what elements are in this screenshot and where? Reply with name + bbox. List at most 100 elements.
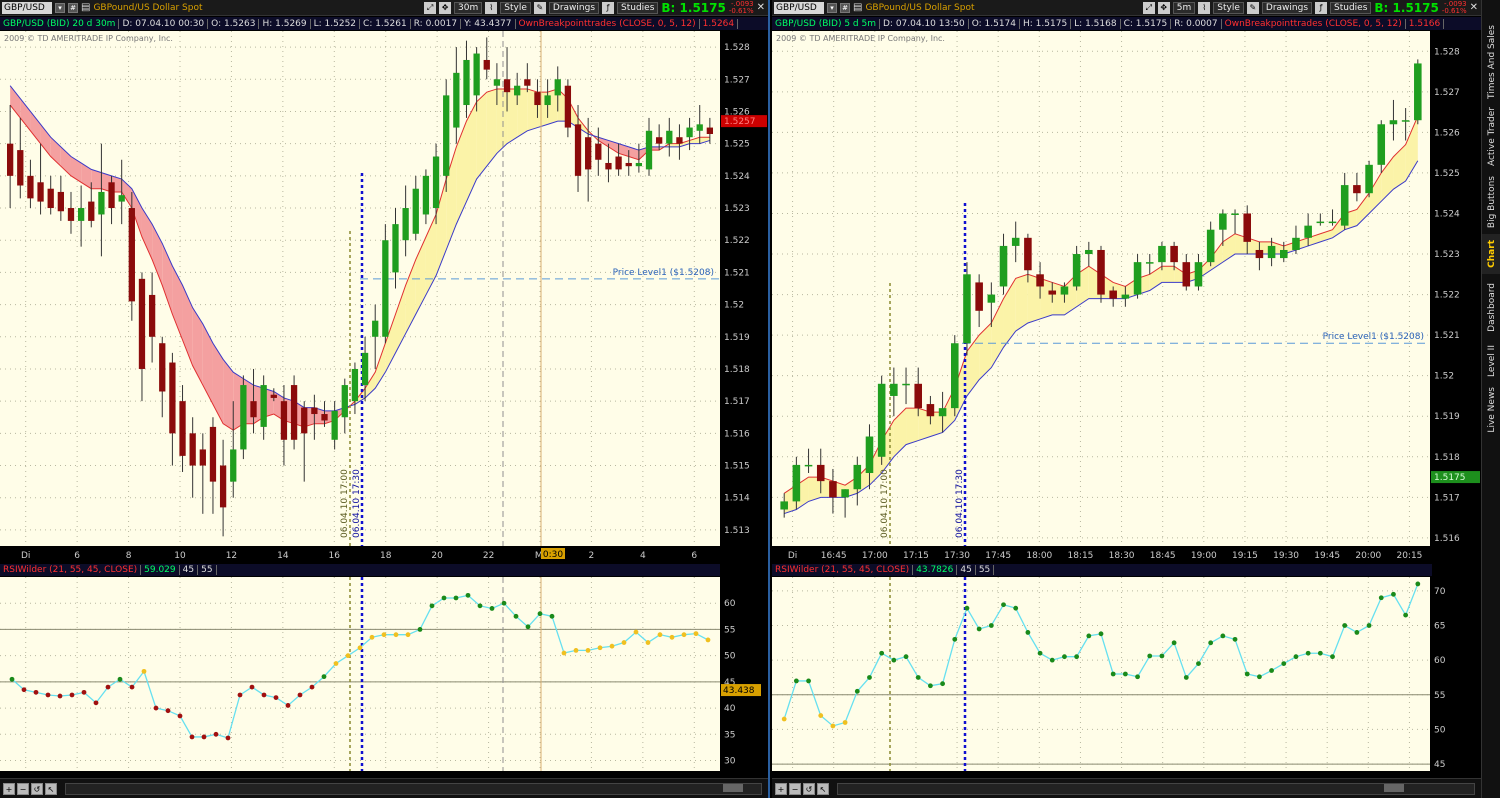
right-reset-icon[interactable]: ↺ (803, 782, 815, 795)
left-candle-body (47, 188, 54, 209)
left-style-button[interactable]: Style (500, 1, 531, 14)
right-time-tick: 18:30 (1109, 551, 1135, 561)
right-timeframe-button[interactable]: 5m (1172, 1, 1196, 14)
right-rsi-dot (1159, 653, 1165, 659)
left-rsi-dot (585, 648, 591, 653)
right-candle-body (999, 245, 1008, 287)
left-candle-body (108, 182, 115, 209)
right-link-icon[interactable]: # (840, 2, 850, 13)
left-studies-button[interactable]: Studies (617, 1, 659, 14)
right-drawings-button[interactable]: Drawings (1261, 1, 1313, 14)
left-studies-icon[interactable]: ƒ (602, 1, 615, 14)
right-zoom-icon[interactable]: ⤢ (1142, 1, 1155, 14)
left-timeframe-button[interactable]: 30m (454, 1, 483, 14)
right-style-button[interactable]: Style (1213, 1, 1244, 14)
tab-active-trader[interactable]: Active Trader (1482, 104, 1500, 170)
left-candle-body (88, 201, 95, 221)
right-rsi-chart[interactable]: 70 65 60 55 50 45 (772, 577, 1481, 773)
left-time-tick: 10 (174, 551, 186, 561)
right-rsi-dot (1025, 630, 1031, 635)
left-scroll-thumb[interactable] (723, 783, 743, 792)
right-drawings-icon[interactable]: ✎ (1246, 1, 1259, 14)
left-price-chart[interactable]: 1.528 1.527 1.52 6 1.525 1.524 1.523 1.522 1.521… (0, 31, 768, 561)
right-zoom-out-icon[interactable]: − (789, 782, 801, 795)
right-band-segment (906, 408, 919, 445)
left-candle-body (169, 362, 176, 434)
left-rsi-dot (9, 676, 15, 682)
left-price-chart-svg[interactable]: 1.528 1.527 1.52 6 1.525 1.524 1.523 1.522 1.521… (0, 31, 768, 561)
right-candle-body (987, 294, 996, 303)
tab-big-buttons[interactable]: Big Buttons (1482, 172, 1500, 232)
left-reset-icon[interactable]: ↺ (31, 782, 43, 795)
tab-dashboard-label: Dashboard (1486, 282, 1497, 332)
left-change-box: -.0093 -0.61% (729, 0, 754, 15)
right-candle-body (841, 489, 849, 498)
left-drawings-button[interactable]: Drawings (548, 1, 600, 14)
left-cursor-icon[interactable]: ↖ (45, 782, 57, 795)
left-chart-panel: GBP/USD ▾ # ▤ GBPound/US Dollar Spot ⤢ ✥… (0, 0, 770, 798)
tab-level-ii-label: Level II (1486, 345, 1497, 377)
left-drawings-icon[interactable]: ✎ (533, 1, 546, 14)
left-candle-body (128, 208, 135, 302)
left-zoom-icon[interactable]: ⤢ (424, 1, 437, 14)
left-rsi-dot (369, 634, 375, 640)
left-zoom-in-icon[interactable]: + (3, 782, 15, 795)
tab-level-ii[interactable]: Level II (1482, 340, 1500, 382)
left-symbol-input[interactable]: GBP/USD (2, 1, 52, 14)
right-rsi-dot (928, 683, 933, 689)
tab-active-trader-label: Active Trader (1486, 107, 1497, 167)
left-copyright: 2009 © TD AMERITRADE IP Company, Inc. (4, 34, 173, 43)
left-info-icon[interactable]: ▤ (81, 2, 90, 13)
right-candle-body (1182, 262, 1191, 287)
right-symbol-input[interactable]: GBP/USD (774, 1, 824, 14)
left-candle-body (67, 208, 75, 221)
left-candle-body (17, 150, 24, 186)
right-rsi-dot (1183, 675, 1189, 680)
left-rsi-dot (33, 689, 39, 695)
right-rsi-dot (1391, 591, 1396, 597)
left-price-tick: 1.516 (724, 429, 750, 439)
right-pan-icon[interactable]: ✥ (1157, 1, 1170, 14)
left-rsi-dot (165, 708, 171, 714)
right-rsi-tick: 55 (1434, 691, 1445, 701)
right-cursor-icon[interactable]: ↖ (817, 782, 829, 795)
left-link-icon[interactable]: # (68, 2, 78, 13)
right-style-icon[interactable]: ⌇ (1198, 1, 1211, 14)
right-price-chart[interactable]: 1.528 1.527 1.526 1.525 1.524 1.523 1.522 1.521… (772, 31, 1481, 561)
tab-times-and-sales[interactable]: Times And Sales (1482, 22, 1500, 102)
right-scroll-thumb[interactable] (1384, 783, 1404, 792)
right-scrollbar[interactable] (837, 782, 1475, 795)
right-symbol-dropdown-icon[interactable]: ▾ (827, 2, 837, 13)
right-candle-body (1097, 249, 1105, 295)
left-scrollbar[interactable] (65, 782, 762, 795)
right-band-segment (1015, 274, 1028, 332)
right-rsi-dot (1122, 671, 1128, 677)
left-candle-body (331, 410, 338, 440)
right-studies-button[interactable]: Studies (1330, 1, 1372, 14)
left-rsi-svg[interactable]: 6055504540353043.438 (0, 577, 768, 773)
left-symbol-dropdown-icon[interactable]: ▾ (55, 2, 65, 13)
left-candle-body (382, 240, 389, 337)
left-zoom-out-icon[interactable]: − (17, 782, 29, 795)
left-close-icon[interactable]: ✕ (757, 2, 765, 13)
right-rsi-svg[interactable]: 70 65 60 55 50 45 (772, 577, 1481, 773)
left-candle-body (706, 127, 714, 134)
right-time-tick: 20:15 (1396, 551, 1422, 561)
right-info-icon[interactable]: ▤ (853, 2, 862, 13)
right-price-chart-svg[interactable]: 1.5281.5271.5261.5251.5241.5231.5221.521… (772, 31, 1481, 561)
right-studies-icon[interactable]: ƒ (1315, 1, 1328, 14)
tab-chart[interactable]: Chart (1482, 234, 1500, 274)
right-close-icon[interactable]: ✕ (1470, 2, 1478, 13)
tab-dashboard[interactable]: Dashboard (1482, 276, 1500, 338)
left-pan-icon[interactable]: ✥ (439, 1, 452, 14)
left-price-tick: 1.521 (724, 268, 750, 278)
right-candle-body (1219, 213, 1227, 230)
right-zoom-in-icon[interactable]: + (775, 782, 787, 795)
left-rsi-dot (153, 705, 159, 711)
tab-live-news[interactable]: Live News (1482, 384, 1500, 436)
right-candle-body (1206, 229, 1215, 263)
right-time-tick: 18:00 (1026, 551, 1052, 561)
left-style-icon[interactable]: ⌇ (485, 1, 498, 14)
left-info-symbol: GBP/USD (BID) 20 d 30m (0, 18, 120, 29)
left-rsi-chart[interactable]: 60 55 50 45 40 35 30 43.438 (0, 577, 768, 773)
